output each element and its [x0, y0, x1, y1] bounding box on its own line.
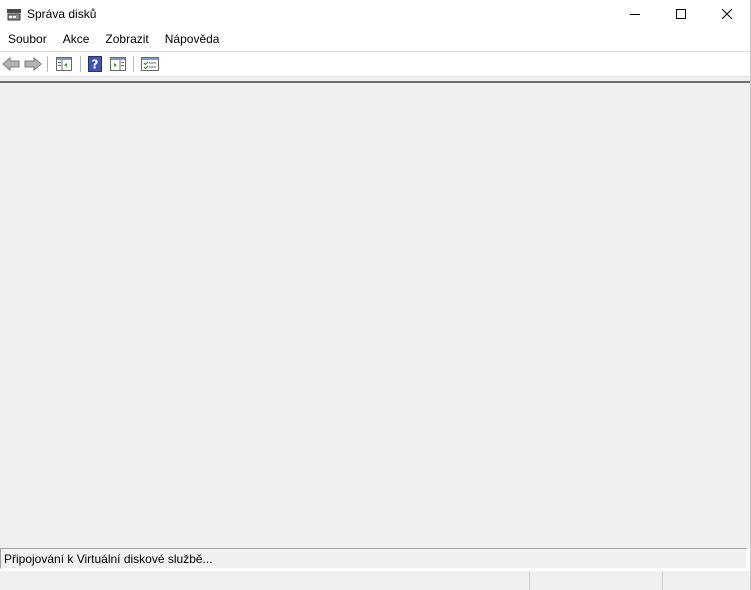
maximize-button[interactable]	[658, 0, 704, 28]
toolbar-separator	[133, 56, 134, 72]
properties-button[interactable]	[140, 55, 160, 73]
back-button[interactable]	[1, 55, 21, 73]
svg-text:?: ?	[92, 58, 99, 72]
menu-bar: Soubor Akce Zobrazit Nápověda	[0, 29, 750, 50]
back-arrow-icon	[2, 57, 20, 71]
maximize-icon	[676, 9, 686, 19]
window-title: Správa disků	[27, 7, 97, 21]
minimize-button[interactable]	[612, 0, 658, 28]
close-button[interactable]	[704, 0, 750, 28]
forward-arrow-icon	[24, 57, 42, 71]
minimize-icon	[630, 14, 640, 15]
toolbar: ?	[0, 52, 750, 76]
properties-icon	[141, 57, 159, 71]
menu-file[interactable]: Soubor	[0, 29, 55, 50]
disk-management-icon	[6, 6, 22, 22]
title-bar[interactable]: Správa disků	[0, 0, 750, 28]
menu-help[interactable]: Nápověda	[157, 29, 228, 50]
status-panel: Připojování k Virtuální diskové službě..…	[0, 548, 747, 569]
toolbar-separator	[47, 56, 48, 72]
show-hide-action-pane-button[interactable]	[108, 55, 128, 73]
disk-management-window: Správa disků Soubor Akce Zobrazit Nápově…	[0, 0, 751, 590]
help-button[interactable]: ?	[85, 55, 105, 73]
show-hide-console-tree-button[interactable]	[54, 55, 74, 73]
show-hide-action-pane-icon	[110, 57, 126, 71]
show-hide-console-tree-icon	[56, 57, 72, 71]
menu-action[interactable]: Akce	[55, 29, 98, 50]
status-text: Připojování k Virtuální diskové službě..…	[4, 552, 213, 566]
main-content-area	[0, 83, 750, 548]
close-icon	[722, 9, 732, 19]
status-bar-pane	[662, 571, 750, 590]
menu-view[interactable]: Zobrazit	[97, 29, 156, 50]
help-icon: ?	[88, 56, 102, 72]
status-bar-pane	[529, 571, 662, 590]
toolbar-separator	[80, 56, 81, 72]
forward-button[interactable]	[23, 55, 43, 73]
status-bar	[0, 571, 750, 590]
